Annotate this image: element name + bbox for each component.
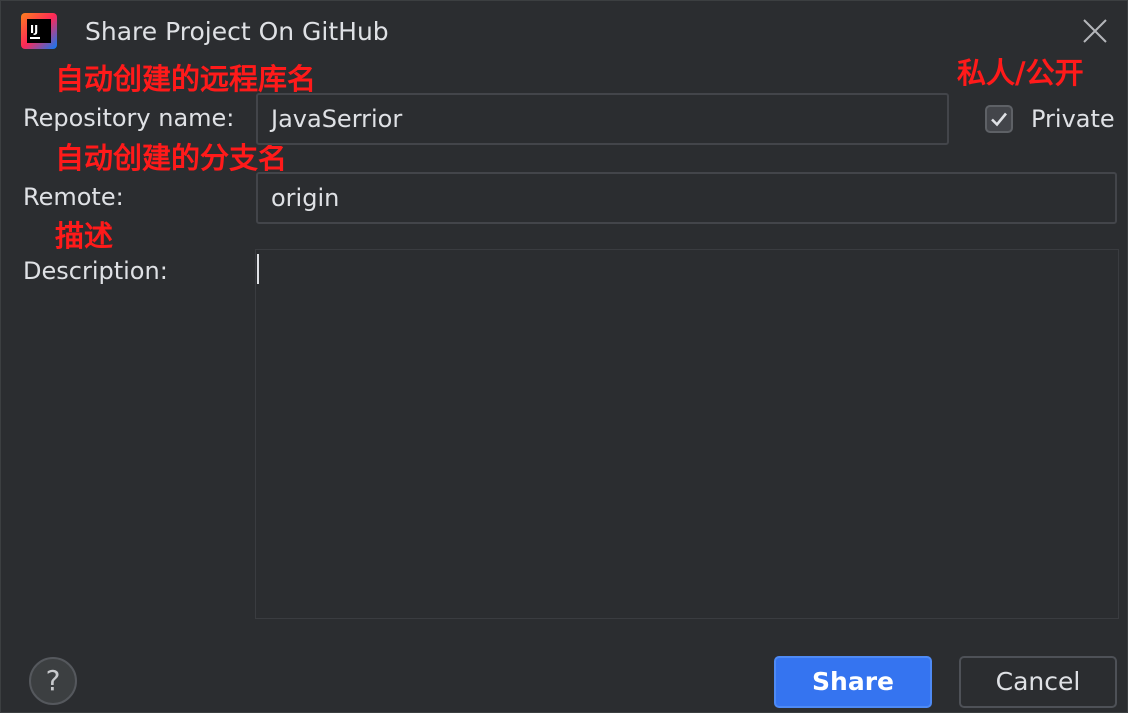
share-button[interactable]: Share (774, 656, 932, 708)
private-checkbox[interactable] (985, 105, 1013, 133)
annotation-repo-name: 自动创建的远程库名 (55, 62, 317, 96)
repository-name-label: Repository name: (23, 104, 235, 132)
remote-value: origin (271, 184, 340, 212)
text-caret (257, 254, 259, 284)
intellij-idea-icon: IJ (21, 13, 57, 49)
private-checkbox-label: Private (1031, 105, 1115, 133)
help-button[interactable]: ? (29, 657, 77, 705)
annotation-private: 私人/公开 (957, 56, 1084, 90)
description-textarea[interactable] (255, 249, 1119, 619)
remote-label: Remote: (23, 183, 124, 211)
share-project-dialog: IJ Share Project On GitHub 自动创建的远程库名 私人/… (0, 0, 1128, 713)
description-label: Description: (23, 257, 168, 285)
cancel-button[interactable]: Cancel (959, 656, 1117, 708)
repository-name-value: JavaSerrior (271, 105, 403, 133)
dialog-title: Share Project On GitHub (85, 17, 389, 46)
repository-name-input[interactable]: JavaSerrior (256, 93, 949, 145)
annotation-remote: 自动创建的分支名 (55, 141, 288, 175)
annotation-description: 描述 (55, 219, 114, 253)
svg-text:IJ: IJ (30, 23, 38, 36)
title-bar: IJ Share Project On GitHub (1, 1, 1127, 63)
remote-input[interactable]: origin (256, 172, 1117, 224)
close-icon[interactable] (1079, 15, 1111, 47)
